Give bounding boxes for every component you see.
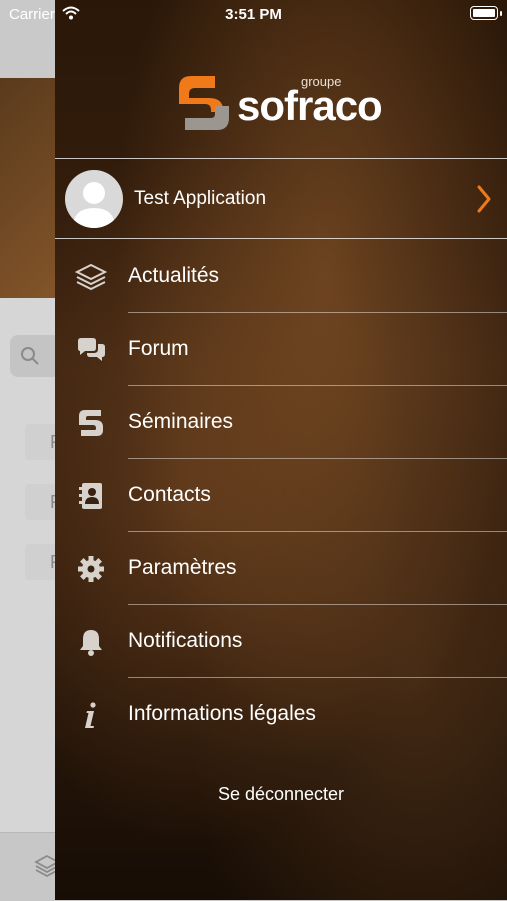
avatar [65, 170, 123, 228]
menu-item-label: Notifications [128, 629, 243, 652]
profile-row[interactable]: Test Application [55, 160, 507, 238]
menu-item-label: Contacts [128, 483, 211, 506]
menu-item-parametres[interactable]: Paramètres [55, 532, 507, 605]
sofraco-logo-mark [179, 76, 229, 130]
bell-icon [80, 630, 102, 656]
menu-item-label: Paramètres [128, 556, 237, 579]
status-bar: Carrier 3:51 PM [0, 0, 507, 30]
search-icon [21, 347, 39, 365]
user-silhouette-icon [73, 182, 115, 228]
side-menu-drawer: groupe sofraco Test Application Actualit… [55, 0, 507, 900]
logo-brand-text: sofraco [237, 82, 383, 129]
layers-icon [75, 263, 107, 291]
sofraco-logo: groupe sofraco [175, 72, 395, 136]
logout-button[interactable]: Se déconnecter [55, 784, 507, 805]
menu-item-contacts[interactable]: Contacts [55, 459, 507, 532]
divider [55, 238, 507, 239]
menu-item-notifications[interactable]: Notifications [55, 605, 507, 678]
menu-item-label: Informations légales [128, 702, 316, 725]
divider [55, 158, 507, 159]
menu-item-actualites[interactable]: Actualités [55, 240, 507, 313]
chat-bubbles-icon [78, 338, 105, 361]
gear-icon [78, 556, 104, 582]
menu-item-forum[interactable]: Forum [55, 313, 507, 386]
status-time: 3:51 PM [225, 6, 282, 23]
battery-icon [470, 6, 498, 20]
profile-name: Test Application [134, 188, 267, 209]
menu-item-label: Forum [128, 337, 189, 360]
menu-item-seminaires[interactable]: Séminaires [55, 386, 507, 459]
chevron-right-icon [477, 185, 491, 213]
battery-tip [500, 11, 502, 16]
menu-item-label: Actualités [128, 264, 220, 287]
contact-book-icon [79, 483, 102, 509]
sofraco-s-icon [79, 410, 103, 436]
menu-item-label: Séminaires [128, 410, 234, 433]
info-icon [85, 702, 96, 728]
menu-item-informations-legales[interactable]: Informations légales [55, 678, 507, 751]
